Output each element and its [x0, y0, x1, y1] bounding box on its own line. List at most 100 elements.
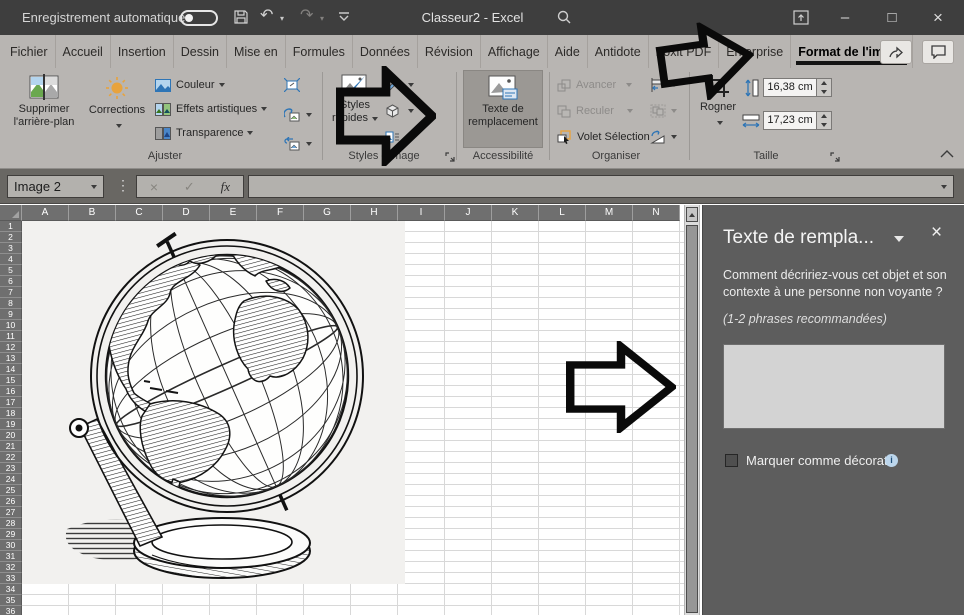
minimize-button[interactable]: – [830, 8, 860, 28]
pane-options-dropdown-icon[interactable] [894, 236, 904, 242]
selection-pane-button[interactable]: Volet Sélection [557, 126, 650, 148]
column-header[interactable]: L [539, 205, 586, 221]
search-icon[interactable] [556, 9, 572, 25]
scrollbar-thumb[interactable] [686, 225, 698, 613]
maximize-button[interactable]: □ [877, 8, 907, 28]
pane-close-icon[interactable]: × [931, 222, 942, 244]
row-header[interactable]: 6 [0, 276, 22, 287]
column-header[interactable]: F [257, 205, 304, 221]
decorative-checkbox[interactable] [725, 454, 738, 467]
row-header[interactable]: 35 [0, 595, 22, 606]
row-header[interactable]: 23 [0, 463, 22, 474]
rotate-objects-button[interactable] [650, 126, 677, 148]
row-header[interactable]: 1 [0, 221, 22, 232]
row-header[interactable]: 2 [0, 232, 22, 243]
cancel-entry-button[interactable]: × [150, 179, 158, 195]
alt-text-button[interactable]: Texte de remplacement [463, 70, 543, 148]
ribbon-tab[interactable]: Dessin [174, 35, 227, 68]
column-header[interactable]: A [22, 205, 69, 221]
column-header[interactable]: E [210, 205, 257, 221]
row-header[interactable]: 19 [0, 419, 22, 430]
reset-picture-button[interactable] [284, 133, 312, 155]
close-button[interactable]: × [923, 8, 953, 28]
width-decrement-button[interactable] [817, 121, 831, 130]
column-header[interactable]: H [351, 205, 398, 221]
height-decrement-button[interactable] [817, 88, 831, 97]
crop-button[interactable]: Rogner [695, 72, 741, 129]
row-header[interactable]: 33 [0, 573, 22, 584]
row-header[interactable]: 9 [0, 309, 22, 320]
confirm-entry-button[interactable]: ✓ [184, 179, 195, 195]
row-header[interactable]: 14 [0, 364, 22, 375]
row-header[interactable]: 26 [0, 496, 22, 507]
name-box[interactable]: Image 2 [7, 175, 104, 198]
collapse-ribbon-icon[interactable] [940, 150, 954, 158]
row-header[interactable]: 8 [0, 298, 22, 309]
row-header[interactable]: 22 [0, 452, 22, 463]
column-header[interactable]: I [398, 205, 445, 221]
row-header[interactable]: 30 [0, 540, 22, 551]
compress-picture-button[interactable] [284, 74, 312, 96]
share-button[interactable] [880, 40, 912, 64]
shape-width-field[interactable]: 17,23 cm [763, 111, 817, 130]
picture-border-button[interactable] [385, 74, 414, 96]
bring-forward-button[interactable]: Avancer [557, 74, 650, 96]
ribbon-tab[interactable]: Révision [418, 35, 481, 68]
row-header[interactable]: 17 [0, 397, 22, 408]
artistic-effects-menu-button[interactable]: Effets artistiques [155, 98, 267, 120]
column-header[interactable]: N [633, 205, 680, 221]
send-backward-button[interactable]: Reculer [557, 100, 650, 122]
change-picture-button[interactable] [284, 104, 312, 126]
formula-input[interactable] [248, 175, 954, 198]
undo-dropdown-icon[interactable]: ▾ [280, 14, 284, 23]
row-header[interactable]: 25 [0, 485, 22, 496]
save-icon[interactable] [233, 9, 249, 25]
height-increment-button[interactable] [817, 79, 831, 88]
row-header[interactable]: 7 [0, 287, 22, 298]
shape-height-field[interactable]: 16,38 cm [763, 78, 817, 97]
qat-customize-icon[interactable] [338, 12, 350, 22]
row-header[interactable]: 13 [0, 353, 22, 364]
insert-function-button[interactable]: fx [221, 179, 230, 195]
undo-button[interactable]: ↶ [260, 8, 273, 24]
ribbon-tab[interactable]: Données [353, 35, 418, 68]
remove-background-button[interactable]: Supprimer l'arrière-plan [6, 72, 82, 129]
row-header[interactable]: 27 [0, 507, 22, 518]
column-header[interactable]: K [492, 205, 539, 221]
row-header[interactable]: 16 [0, 386, 22, 397]
ribbon-tab[interactable]: Formules [286, 35, 353, 68]
picture-layout-button[interactable] [385, 126, 414, 148]
ribbon-display-options-icon[interactable] [793, 10, 809, 25]
color-menu-button[interactable]: Couleur [155, 74, 267, 96]
corrections-button[interactable]: Corrections [86, 72, 148, 132]
size-dialog-launcher-icon[interactable] [830, 152, 840, 162]
quick-styles-button[interactable]: Styles rapides [330, 72, 380, 125]
row-header[interactable]: 4 [0, 254, 22, 265]
transparency-menu-button[interactable]: Transparence [155, 122, 267, 144]
comments-button[interactable] [922, 40, 954, 64]
column-header[interactable]: B [69, 205, 116, 221]
ribbon-tab[interactable]: Mise en [227, 35, 286, 68]
width-increment-button[interactable] [817, 112, 831, 121]
cells-area[interactable] [22, 221, 684, 615]
picture-effects-button[interactable] [385, 100, 414, 122]
row-header[interactable]: 5 [0, 265, 22, 276]
column-header[interactable]: D [163, 205, 210, 221]
picture-styles-dialog-launcher-icon[interactable] [445, 152, 455, 162]
redo-button[interactable]: ↷ [300, 8, 313, 24]
row-header[interactable]: 11 [0, 331, 22, 342]
redo-dropdown-icon[interactable]: ▾ [320, 14, 324, 23]
alt-text-description-input[interactable] [723, 344, 945, 429]
group-objects-button[interactable] [650, 100, 677, 122]
row-header[interactable]: 15 [0, 375, 22, 386]
row-header[interactable]: 28 [0, 518, 22, 529]
info-icon[interactable]: i [885, 454, 898, 467]
row-header[interactable]: 34 [0, 584, 22, 595]
column-header[interactable]: G [304, 205, 351, 221]
ribbon-tab[interactable]: Enterprise [719, 35, 791, 68]
vertical-scrollbar[interactable] [684, 205, 700, 615]
ribbon-tab[interactable]: Aide [548, 35, 588, 68]
ribbon-tab[interactable]: Affichage [481, 35, 548, 68]
row-header[interactable]: 31 [0, 551, 22, 562]
expand-formula-bar-icon[interactable] [941, 185, 947, 189]
